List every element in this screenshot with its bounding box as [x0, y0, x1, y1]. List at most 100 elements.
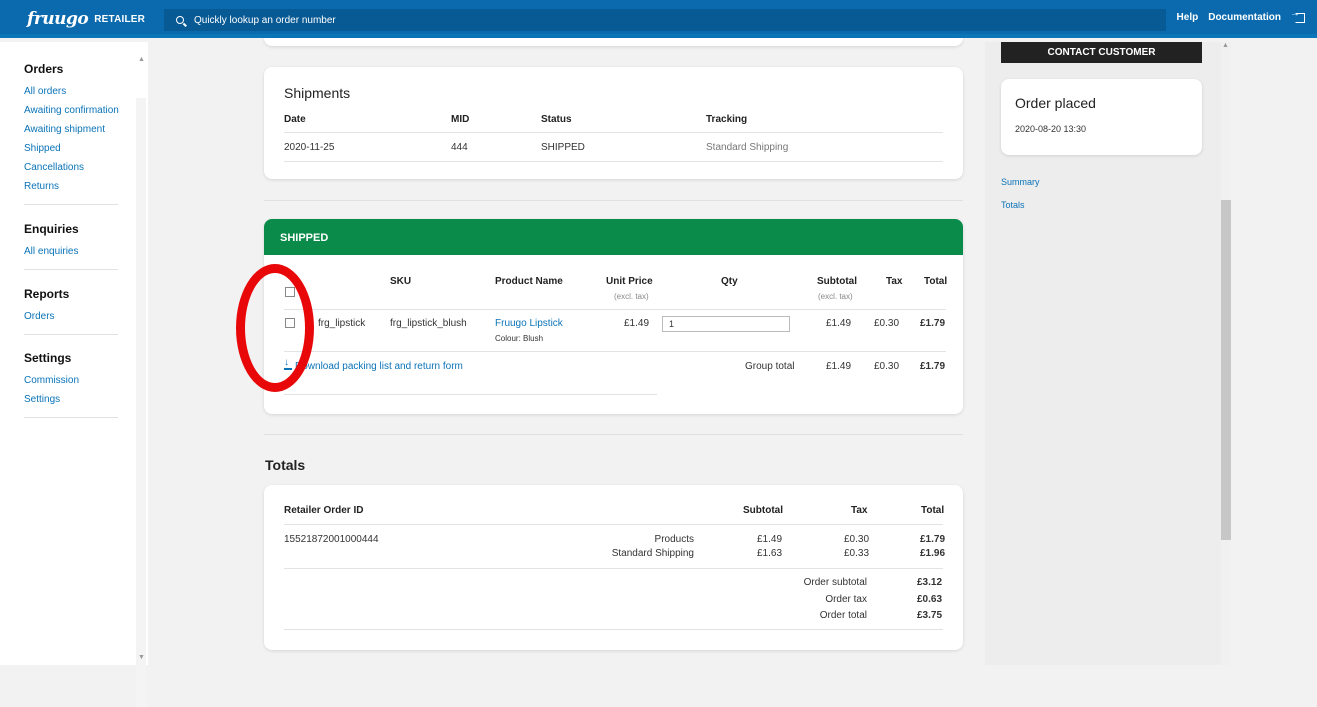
shipment-date: 2020-11-25	[284, 142, 335, 153]
order-subtotal-label: Order subtotal	[803, 577, 867, 588]
main-scrollbar-thumb[interactable]	[1221, 200, 1231, 540]
nav-summary-link[interactable]: Summary	[1001, 177, 1040, 187]
scroll-up-icon[interactable]: ▲	[138, 56, 145, 63]
divider	[284, 351, 946, 352]
sidebar: Orders All orders Awaiting confirmation …	[0, 42, 148, 707]
col-header-retailer-order-id: Retailer Order ID	[284, 505, 364, 516]
sidebar-item-returns[interactable]: Returns	[24, 177, 120, 196]
divider	[284, 309, 946, 310]
product-colour: Colour: Blush	[495, 334, 544, 343]
sidebar-divider	[24, 417, 118, 418]
red-annotation-circle	[236, 264, 314, 392]
divider	[284, 161, 943, 162]
group-tax: £0.30	[874, 361, 900, 372]
sidebar-item-reports-orders[interactable]: Orders	[24, 307, 120, 326]
sidebar-title-settings: Settings	[24, 351, 72, 365]
sidebar-title-enquiries: Enquiries	[24, 222, 79, 236]
line-products-subtotal: £1.49	[757, 534, 783, 545]
order-subtotal-value: £3.12	[917, 577, 943, 588]
nav-totals-link[interactable]: Totals	[1001, 200, 1025, 210]
subtotal-subnote: (excl. tax)	[818, 292, 853, 301]
shipments-title: Shipments	[284, 85, 351, 101]
scroll-down-icon[interactable]: ▼	[138, 654, 145, 661]
previous-card-bottom	[264, 38, 963, 46]
sidebar-settings-section: Settings Commission Settings	[24, 351, 120, 409]
divider	[284, 394, 657, 395]
line-products-tax: £0.30	[844, 534, 870, 545]
sidebar-item-all-enquiries[interactable]: All enquiries	[24, 242, 120, 261]
order-tax-label: Order tax	[825, 594, 867, 605]
col-header-tracking: Tracking	[706, 114, 748, 125]
totals-heading: Totals	[265, 457, 306, 473]
sidebar-item-shipped[interactable]: Shipped	[24, 139, 120, 158]
sidebar-divider	[24, 204, 118, 205]
order-search-input[interactable]: Quickly lookup an order number	[164, 9, 1166, 31]
item-tax: £0.30	[874, 318, 900, 329]
sidebar-item-all-orders[interactable]: All orders	[24, 82, 120, 101]
logo-mark: fruugo	[27, 9, 89, 29]
order-tax-value: £0.63	[917, 594, 943, 605]
shipped-group-card: SHIPPED SKU Product Name Unit Price (exc…	[264, 219, 963, 414]
divider	[284, 132, 943, 133]
shipment-tracking: Standard Shipping	[706, 142, 789, 153]
line-products-total: £1.79	[920, 534, 946, 545]
sidebar-item-commission[interactable]: Commission	[24, 371, 120, 390]
logout-icon[interactable]	[1290, 8, 1305, 23]
search-icon	[176, 16, 184, 24]
sidebar-divider	[24, 269, 118, 270]
product-link[interactable]: Fruugo Lipstick	[495, 318, 563, 329]
retailer-order-id: 15521872001000444	[284, 534, 379, 545]
download-link-label: Download packing list and return form	[295, 361, 463, 372]
sidebar-item-settings[interactable]: Settings	[24, 390, 120, 409]
col-header-product-name: Product Name	[495, 276, 563, 287]
download-packing-list-link[interactable]: Download packing list and return form	[284, 357, 463, 372]
sidebar-divider	[24, 334, 118, 335]
help-link[interactable]: Help	[1177, 12, 1199, 23]
col-header-mid: MID	[451, 114, 470, 125]
sidebar-scrollbar[interactable]	[136, 98, 146, 707]
qty-input[interactable]: 1	[662, 316, 790, 332]
col-header-qty: Qty	[721, 276, 738, 287]
scroll-up-icon[interactable]: ▲	[1222, 42, 1229, 49]
sidebar-reports-section: Reports Orders	[24, 287, 120, 326]
divider	[284, 629, 943, 630]
order-placed-date: 2020-08-20 13:30	[1015, 124, 1087, 134]
shipments-card: Shipments Date MID Status Tracking 2020-…	[264, 67, 963, 179]
sidebar-title-orders: Orders	[24, 62, 64, 76]
sidebar-item-awaiting-confirmation[interactable]: Awaiting confirmation	[24, 101, 120, 120]
section-divider	[264, 200, 963, 201]
col-header-status: Status	[541, 114, 572, 125]
item-subtotal: £1.49	[826, 318, 852, 329]
col-header-unit-price: Unit Price	[606, 276, 653, 287]
col-header-sku: SKU	[390, 276, 412, 287]
totals-card: Retailer Order ID Subtotal Tax Total 155…	[264, 485, 963, 650]
divider	[284, 568, 943, 569]
order-total-value: £3.75	[917, 610, 943, 621]
item-sku: frg_lipstick_blush	[390, 318, 467, 329]
logo-text: RETAILER	[94, 13, 146, 25]
line-products-label: Products	[654, 534, 694, 545]
col-header-tax: Tax	[851, 505, 868, 516]
col-header-tax: Tax	[886, 276, 903, 287]
sidebar-enquiries-section: Enquiries All enquiries	[24, 222, 120, 261]
divider	[284, 524, 943, 525]
order-placed-card: Order placed 2020-08-20 13:30	[1001, 79, 1202, 155]
section-divider	[264, 434, 963, 435]
documentation-link[interactable]: Documentation	[1208, 12, 1281, 23]
contact-customer-button[interactable]: CONTACT CUSTOMER	[1001, 42, 1202, 63]
col-header-date: Date	[284, 114, 306, 125]
top-bar: fruugo RETAILER Quickly lookup an order …	[0, 0, 1317, 38]
item-total: £1.79	[920, 318, 946, 329]
shipment-status: SHIPPED	[541, 142, 585, 153]
fruugo-logo[interactable]: fruugo RETAILER	[27, 9, 145, 29]
order-placed-title: Order placed	[1015, 95, 1096, 111]
line-shipping-label: Standard Shipping	[611, 548, 694, 559]
order-total-label: Order total	[819, 610, 867, 621]
sidebar-item-awaiting-shipment[interactable]: Awaiting shipment	[24, 120, 120, 139]
sidebar-item-cancellations[interactable]: Cancellations	[24, 158, 120, 177]
line-shipping-total: £1.96	[920, 548, 946, 559]
item-name: frg_lipstick	[318, 318, 366, 329]
group-subtotal: £1.49	[826, 361, 852, 372]
col-header-subtotal: Subtotal	[817, 276, 857, 287]
shipped-banner: SHIPPED	[264, 219, 963, 255]
